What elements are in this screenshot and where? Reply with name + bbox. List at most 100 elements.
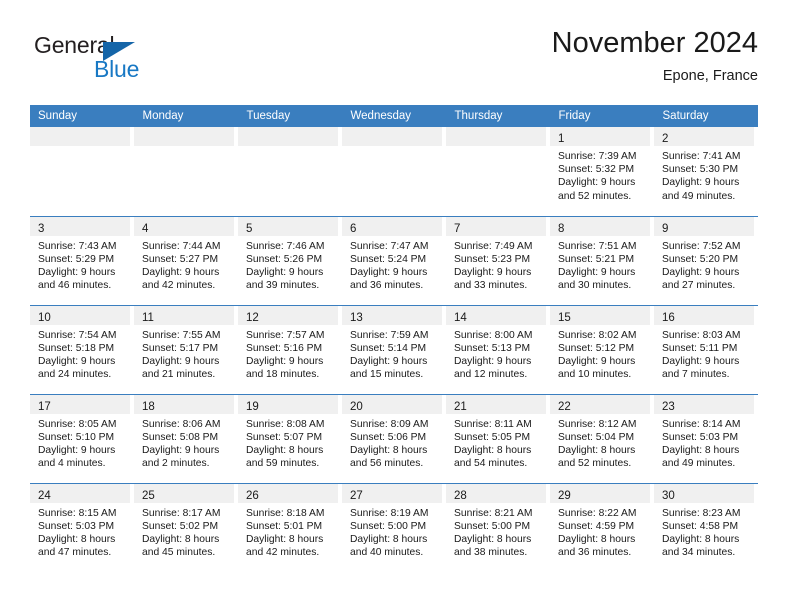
sunrise-text: Sunrise: 8:14 AM <box>662 418 741 430</box>
day-number-band: 2 <box>654 127 754 146</box>
calendar-day-cell[interactable]: 18 Sunrise: 8:06 AM Sunset: 5:08 PM Dayligh… <box>134 393 238 483</box>
day-number: 15 <box>558 311 571 324</box>
calendar-day-cell[interactable]: 26 Sunrise: 8:18 AM Sunset: 5:01 PM Dayligh… <box>238 482 342 572</box>
calendar-day-cell[interactable]: 19 Sunrise: 8:08 AM Sunset: 5:07 PM Dayligh… <box>238 393 342 483</box>
calendar-day-cell[interactable]: 21 Sunrise: 8:11 AM Sunset: 5:05 PM Dayligh… <box>446 393 550 483</box>
calendar-day-cell[interactable]: 22 Sunrise: 8:12 AM Sunset: 5:04 PM Dayligh… <box>550 393 654 483</box>
day-number-band: 8 <box>550 216 650 236</box>
calendar-day-cell[interactable]: 1 Sunrise: 7:39 AM Sunset: 5:32 PM Daylight… <box>550 127 654 216</box>
daylight-text: Daylight: 9 hours <box>38 444 116 456</box>
calendar-day-cell[interactable]: 23 Sunrise: 8:14 AM Sunset: 5:03 PM Dayligh… <box>654 393 758 483</box>
calendar-day-cell[interactable]: 6 Sunrise: 7:47 AM Sunset: 5:24 PM Daylight… <box>342 215 446 305</box>
sunset-text: Sunset: 5:08 PM <box>142 431 219 443</box>
sunrise-text: Sunrise: 7:41 AM <box>662 151 741 162</box>
day-cell-inner: 3 Sunrise: 7:43 AM Sunset: 5:29 PM Daylight… <box>30 216 134 305</box>
day-cell-inner: 10 Sunrise: 7:54 AM Sunset: 5:18 PM Dayligh… <box>30 305 134 394</box>
sunset-text: Sunset: 5:16 PM <box>246 342 323 354</box>
calendar-day-cell[interactable]: 14 Sunrise: 8:00 AM Sunset: 5:13 PM Dayligh… <box>446 304 550 394</box>
calendar-day-cell[interactable]: 24 Sunrise: 8:15 AM Sunset: 5:03 PM Dayligh… <box>30 482 134 572</box>
calendar-day-cell[interactable]: 30 Sunrise: 8:23 AM Sunset: 4:58 PM Dayligh… <box>654 482 758 573</box>
sunrise-text: Sunrise: 8:05 AM <box>38 418 117 430</box>
calendar-day-cell[interactable]: 25 Sunrise: 8:17 AM Sunset: 5:02 PM Dayligh… <box>134 482 238 572</box>
day-number: 4 <box>142 222 149 235</box>
day-details: Sunrise: 8:17 AM Sunset: 5:02 PM Daylight:… <box>134 503 238 560</box>
day-cell-inner: 30 Sunrise: 8:23 AM Sunset: 4:58 PM Dayligh… <box>654 483 758 573</box>
calendar-day-cell[interactable]: 15 Sunrise: 8:02 AM Sunset: 5:12 PM Dayligh… <box>550 304 654 394</box>
day-details <box>134 146 238 150</box>
calendar-day-cell[interactable]: 29 Sunrise: 8:22 AM Sunset: 4:59 PM Dayligh… <box>550 482 654 572</box>
daylight-text-cont: and 42 minutes. <box>142 280 216 292</box>
calendar-day-cell[interactable]: 28 Sunrise: 8:21 AM Sunset: 5:00 PM Dayligh… <box>446 482 550 572</box>
daylight-text-cont: and 27 minutes. <box>662 280 736 292</box>
day-number: 28 <box>454 489 467 502</box>
location-subtitle: Epone, France <box>662 68 758 84</box>
sunrise-text: Sunrise: 8:22 AM <box>558 507 637 519</box>
daylight-text-cont: and 52 minutes. <box>558 458 632 470</box>
day-number-band: 9 <box>654 216 754 236</box>
day-number-band <box>134 127 234 146</box>
calendar-day-cell[interactable]: 13 Sunrise: 7:59 AM Sunset: 5:14 PM Dayligh… <box>342 304 446 394</box>
calendar-day-cell[interactable]: 16 Sunrise: 8:03 AM Sunset: 5:11 PM Dayligh… <box>654 304 758 394</box>
calendar-day-cell[interactable]: 2 Sunrise: 7:41 AM Sunset: 5:30 PM Daylight… <box>654 127 758 216</box>
day-number: 14 <box>454 311 467 324</box>
calendar-day-cell[interactable]: 8 Sunrise: 7:51 AM Sunset: 5:21 PM Daylight… <box>550 215 654 305</box>
day-details: Sunrise: 7:43 AM Sunset: 5:29 PM Daylight:… <box>30 236 134 293</box>
day-details: Sunrise: 8:09 AM Sunset: 5:06 PM Daylight:… <box>342 414 446 471</box>
calendar-day-cell[interactable]: 27 Sunrise: 8:19 AM Sunset: 5:00 PM Dayligh… <box>342 482 446 572</box>
calendar-day-cell[interactable]: 17 Sunrise: 8:05 AM Sunset: 5:10 PM Dayligh… <box>30 393 134 483</box>
sunrise-text: Sunrise: 7:46 AM <box>246 240 325 252</box>
sunset-text: Sunset: 5:13 PM <box>454 342 531 354</box>
sunrise-text: Sunrise: 8:09 AM <box>350 418 429 430</box>
daylight-text-cont: and 30 minutes. <box>558 280 632 292</box>
calendar-day-cell[interactable]: 10 Sunrise: 7:54 AM Sunset: 5:18 PM Dayligh… <box>30 304 134 394</box>
day-number-band: 17 <box>30 394 130 414</box>
day-details: Sunrise: 8:22 AM Sunset: 4:59 PM Daylight:… <box>550 503 654 560</box>
day-number-band: 23 <box>654 394 754 414</box>
calendar-day-cell[interactable]: 5 Sunrise: 7:46 AM Sunset: 5:26 PM Daylight… <box>238 215 342 305</box>
day-details: Sunrise: 8:23 AM Sunset: 4:58 PM Daylight:… <box>654 503 758 560</box>
day-number-band: 15 <box>550 305 650 325</box>
day-details: Sunrise: 7:57 AM Sunset: 5:16 PM Daylight:… <box>238 325 342 382</box>
day-cell-inner: 23 Sunrise: 8:14 AM Sunset: 5:03 PM Dayligh… <box>654 394 758 483</box>
brand-logo[interactable]: General Blue <box>34 32 164 88</box>
calendar-day-cell[interactable]: 9 Sunrise: 7:52 AM Sunset: 5:20 PM Daylight… <box>654 215 758 305</box>
sunset-text: Sunset: 5:00 PM <box>350 520 427 532</box>
day-details: Sunrise: 7:41 AM Sunset: 5:30 PM Daylight:… <box>654 146 758 203</box>
day-cell-inner: 1 Sunrise: 7:39 AM Sunset: 5:32 PM Daylight… <box>550 127 654 216</box>
sunrise-text: Sunrise: 8:06 AM <box>142 418 221 430</box>
sunrise-text: Sunrise: 8:15 AM <box>38 507 117 519</box>
daylight-text: Daylight: 9 hours <box>662 355 740 367</box>
sunset-text: Sunset: 5:12 PM <box>558 342 635 354</box>
calendar-day-cell[interactable]: 11 Sunrise: 7:55 AM Sunset: 5:17 PM Dayligh… <box>134 304 238 394</box>
day-number-band: 18 <box>134 394 234 414</box>
daylight-text: Daylight: 9 hours <box>246 355 324 367</box>
calendar-day-cell[interactable]: 20 Sunrise: 8:09 AM Sunset: 5:06 PM Dayligh… <box>342 393 446 483</box>
day-details: Sunrise: 7:39 AM Sunset: 5:32 PM Daylight:… <box>550 146 654 203</box>
day-number-band: 5 <box>238 216 338 236</box>
daylight-text-cont: and 4 minutes. <box>38 458 106 470</box>
day-details: Sunrise: 7:44 AM Sunset: 5:27 PM Daylight:… <box>134 236 238 293</box>
calendar-day-cell[interactable]: 12 Sunrise: 7:57 AM Sunset: 5:16 PM Dayligh… <box>238 304 342 394</box>
day-number: 26 <box>246 489 259 502</box>
day-number: 24 <box>38 489 51 502</box>
calendar-week-row: 17 Sunrise: 8:05 AM Sunset: 5:10 PM Dayligh… <box>30 393 758 483</box>
day-number: 29 <box>558 489 571 502</box>
daylight-text-cont: and 36 minutes. <box>350 280 424 292</box>
calendar-day-cell[interactable]: 4 Sunrise: 7:44 AM Sunset: 5:27 PM Daylight… <box>134 215 238 305</box>
day-cell-inner: 22 Sunrise: 8:12 AM Sunset: 5:04 PM Dayligh… <box>550 394 654 483</box>
day-cell-inner: 13 Sunrise: 7:59 AM Sunset: 5:14 PM Dayligh… <box>342 305 446 394</box>
sunrise-text: Sunrise: 7:51 AM <box>558 240 637 252</box>
sunrise-text: Sunrise: 8:02 AM <box>558 329 637 341</box>
day-details: Sunrise: 7:59 AM Sunset: 5:14 PM Daylight:… <box>342 325 446 382</box>
day-cell-inner: 21 Sunrise: 8:11 AM Sunset: 5:05 PM Dayligh… <box>446 394 550 483</box>
day-details: Sunrise: 8:00 AM Sunset: 5:13 PM Daylight:… <box>446 325 550 382</box>
calendar-day-cell[interactable]: 7 Sunrise: 7:49 AM Sunset: 5:23 PM Daylight… <box>446 215 550 305</box>
daylight-text: Daylight: 9 hours <box>350 355 428 367</box>
daylight-text: Daylight: 9 hours <box>246 266 324 278</box>
day-number: 27 <box>350 489 363 502</box>
daylight-text: Daylight: 8 hours <box>662 533 740 545</box>
day-number-band: 25 <box>134 483 234 503</box>
daylight-text: Daylight: 8 hours <box>662 444 740 456</box>
calendar-day-cell[interactable]: 3 Sunrise: 7:43 AM Sunset: 5:29 PM Daylight… <box>30 215 134 305</box>
day-number: 19 <box>246 400 259 413</box>
